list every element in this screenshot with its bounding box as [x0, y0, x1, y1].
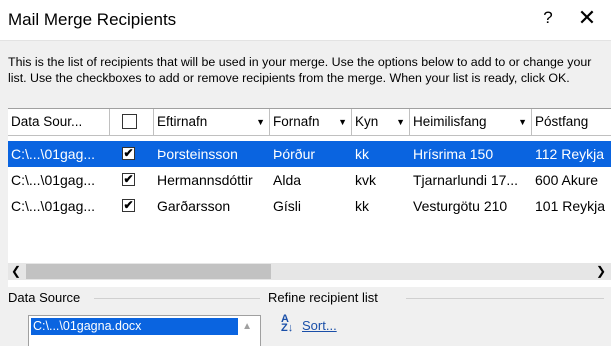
description-text: This is the list of recipients that will…	[8, 55, 592, 85]
column-header-label: Eftirnafn	[157, 114, 208, 129]
column-header-label: Póstfang	[535, 114, 589, 129]
data-source-label: Data Source	[8, 290, 81, 305]
close-button[interactable]: ✕	[575, 5, 599, 31]
column-header-kyn[interactable]: Kyn ▼	[352, 109, 410, 135]
column-header-select-all[interactable]	[110, 109, 154, 135]
dropdown-arrow-icon[interactable]: ▼	[396, 109, 405, 135]
data-source-list[interactable]: C:\...\01gagna.docx ▲	[28, 315, 261, 346]
column-header-heimilisfang[interactable]: Heimilisfang ▼	[410, 109, 532, 135]
cell-fornafn: Gísli	[273, 198, 301, 214]
column-header-eftirnafn[interactable]: Eftirnafn ▼	[154, 109, 270, 135]
scroll-right-icon[interactable]: ❯	[596, 263, 606, 280]
cell-data-source: C:\...\01gag...	[11, 172, 96, 188]
column-header-label: Kyn	[355, 114, 379, 129]
table-row[interactable]: C:\...\01gag... ✔ Hermannsdóttir Alda kv…	[8, 167, 611, 193]
recipients-table: Data Sour... Eftirnafn ▼ Fornafn ▼ Kyn ▼ He…	[8, 108, 611, 287]
scroll-left-icon[interactable]: ❮	[11, 263, 21, 280]
table-header: Data Sour... Eftirnafn ▼ Fornafn ▼ Kyn ▼ He…	[8, 109, 611, 136]
cell-heimilisfang: Hrísrima 150	[413, 146, 494, 162]
title-bar: Mail Merge Recipients ? ✕	[0, 0, 611, 41]
select-all-checkbox[interactable]	[122, 114, 137, 129]
cell-fornafn: Þórður	[273, 146, 316, 162]
cell-data-source: C:\...\01gag...	[11, 198, 96, 214]
cell-kyn: kvk	[355, 172, 376, 188]
column-header-fornafn[interactable]: Fornafn ▼	[270, 109, 352, 135]
cell-eftirnafn: Hermannsdóttir	[157, 172, 253, 188]
column-header-label: Fornafn	[273, 114, 320, 129]
sort-link[interactable]: Sort...	[302, 318, 337, 333]
cell-postfang: 600 Akure	[535, 172, 599, 188]
scroll-up-icon[interactable]: ▲	[242, 321, 252, 332]
cell-eftirnafn: Þorsteinsson	[157, 146, 238, 162]
cell-fornafn: Alda	[273, 172, 302, 188]
dropdown-arrow-icon[interactable]: ▼	[256, 109, 265, 135]
table-row[interactable]: C:\...\01gag... ✔ Garðarsson Gísli kk Ve…	[8, 193, 611, 219]
help-button[interactable]: ?	[538, 8, 558, 28]
sort-az-icon: A Z↓	[281, 313, 294, 334]
column-header-label: Heimilisfang	[413, 114, 487, 129]
row-checkbox[interactable]: ✔	[122, 147, 135, 160]
column-header-data-source[interactable]: Data Sour...	[8, 109, 110, 135]
dropdown-arrow-icon[interactable]: ▼	[518, 109, 527, 135]
dropdown-arrow-icon[interactable]: ▼	[338, 109, 347, 135]
window-title: Mail Merge Recipients	[8, 10, 177, 29]
divider	[406, 298, 604, 299]
divider	[94, 298, 260, 299]
column-header-postfang[interactable]: Póstfang	[532, 109, 611, 135]
cell-data-source: C:\...\01gag...	[11, 146, 96, 162]
cell-postfang: 101 Reykja	[535, 198, 606, 214]
table-row[interactable]: C:\...\01gag... ✔ Þorsteinsson Þórður kk…	[8, 141, 611, 167]
column-header-label: Data Sour...	[11, 114, 83, 129]
row-checkbox[interactable]: ✔	[122, 173, 135, 186]
scrollbar-thumb[interactable]	[26, 264, 271, 279]
cell-kyn: kk	[355, 146, 369, 162]
cell-heimilisfang: Tjarnarlundi 17...	[413, 172, 519, 188]
data-source-item[interactable]: C:\...\01gagna.docx	[31, 318, 238, 335]
cell-kyn: kk	[355, 198, 369, 214]
horizontal-scrollbar[interactable]: ❮ ❯	[8, 263, 611, 280]
cell-eftirnafn: Garðarsson	[157, 198, 231, 214]
cell-postfang: 112 Reykja	[535, 146, 605, 162]
refine-recipient-list-label: Refine recipient list	[268, 290, 378, 305]
cell-heimilisfang: Vesturgötu 210	[413, 198, 508, 214]
row-checkbox[interactable]: ✔	[122, 199, 135, 212]
